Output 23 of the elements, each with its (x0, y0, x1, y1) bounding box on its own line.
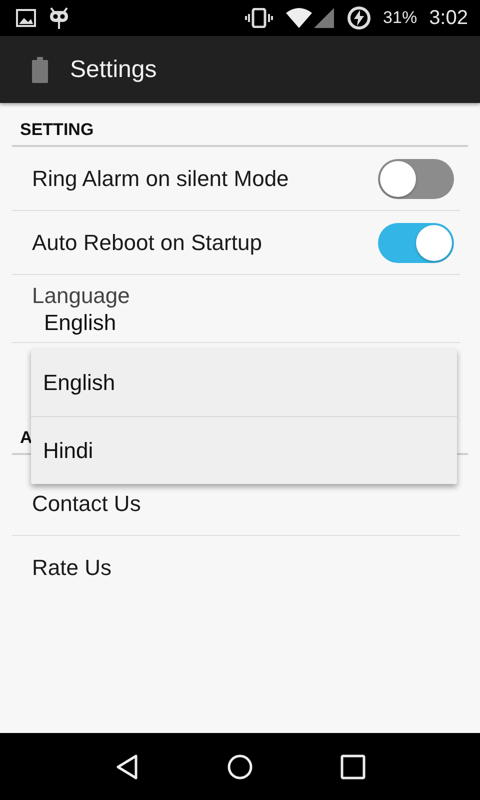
home-icon[interactable] (226, 752, 254, 780)
toggle-switch[interactable] (378, 222, 454, 262)
image-icon (16, 9, 36, 27)
battery-icon (32, 56, 48, 82)
dropdown-option[interactable]: English (31, 349, 457, 417)
wifi-icon (285, 7, 314, 29)
robot-icon (48, 6, 70, 30)
setting-label: Ring Alarm on silent Mode (32, 166, 290, 192)
recents-icon[interactable] (339, 752, 368, 780)
section-header: SETTING (20, 120, 94, 140)
battery-percent: 31% (383, 8, 418, 28)
vibrate-icon (245, 8, 274, 28)
signal-icon (313, 7, 336, 29)
section-header: A (20, 428, 32, 448)
battery-charging-icon (347, 6, 372, 30)
setting-value: English (44, 308, 118, 336)
app-title: Settings (70, 56, 157, 84)
setting-label: Auto Reboot on Startup (32, 230, 263, 256)
clock: 3:02 (429, 6, 468, 30)
menu-item[interactable]: Rate Us (12, 536, 460, 599)
setting-label: Language (32, 282, 131, 308)
language-setting[interactable]: Language English (12, 275, 460, 343)
toggle-switch[interactable] (378, 158, 454, 198)
